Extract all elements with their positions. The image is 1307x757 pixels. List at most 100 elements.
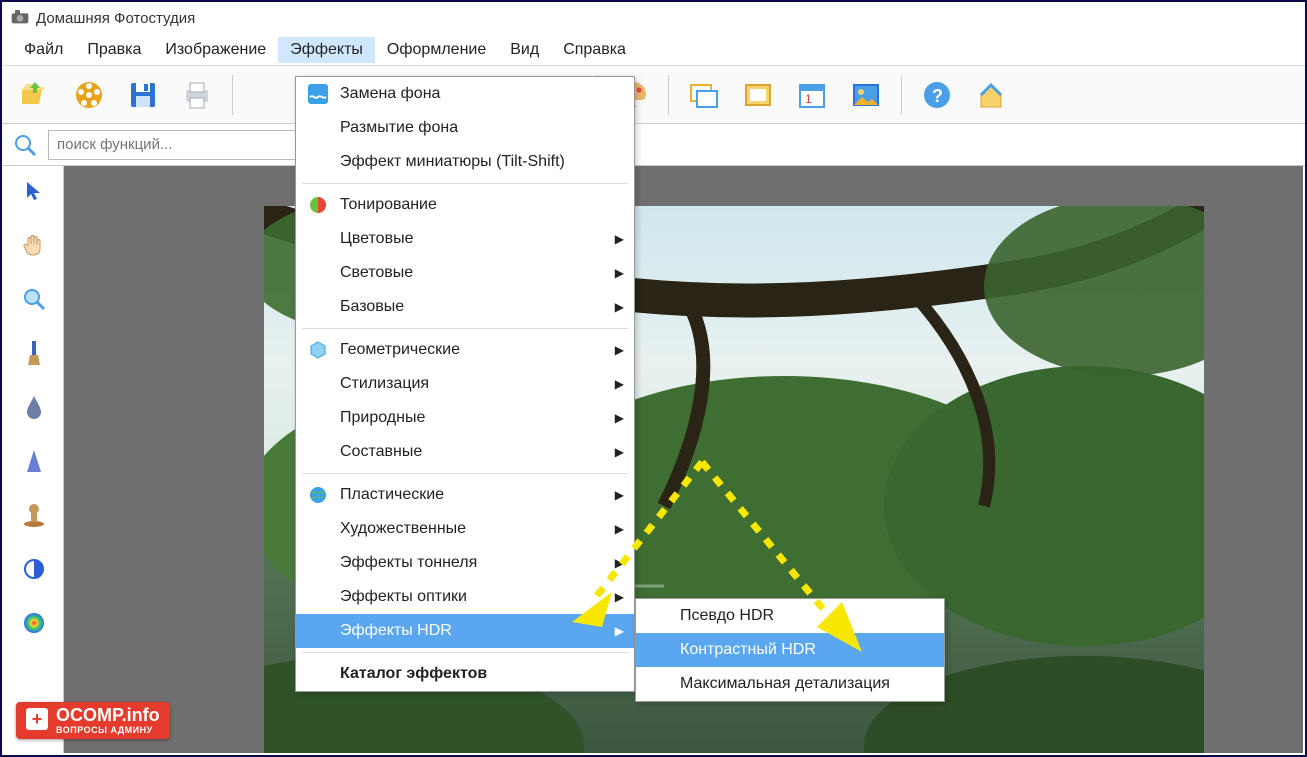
globe-icon [308,485,328,505]
palette-tool[interactable] [17,606,51,640]
menu-label: Художественные [340,520,466,538]
menu-label: Эффекты HDR [340,622,452,640]
submenu-arrow-icon: ▶ [615,377,624,391]
app-title: Домашняя Фотостудия [36,10,195,27]
pointer-tool[interactable] [17,174,51,208]
hdr-submenu: Псевдо HDR Контрастный HDR Максимальная … [635,598,945,702]
save-button[interactable] [120,72,166,118]
menu-help[interactable]: Справка [551,37,638,63]
menu-label: Стилизация [340,375,429,393]
effects-tilt-shift[interactable]: Эффект миниатюры (Tilt-Shift) [296,145,634,179]
menu-label: Пластические [340,486,444,504]
open-button[interactable] [12,72,58,118]
print-button[interactable] [174,72,220,118]
color-circle-icon [308,195,328,215]
hand-tool[interactable] [17,228,51,262]
menu-edit[interactable]: Правка [75,37,153,63]
reel-button[interactable] [66,72,112,118]
menu-label: Эффекты оптики [340,588,467,606]
effects-tunnel[interactable]: Эффекты тоннеля▶ [296,546,634,580]
effects-catalog[interactable]: Каталог эффектов [296,657,634,691]
searchbar [2,124,1305,166]
titlebar: Домашняя Фотостудия [2,2,1305,34]
menu-design[interactable]: Оформление [375,37,498,63]
menu-label: Тонирование [340,196,437,214]
toolbar-separator [901,75,902,115]
plus-icon: + [26,708,48,730]
menu-label: Эффекты тоннеля [340,554,477,572]
submenu-arrow-icon: ▶ [615,624,624,638]
effects-plastic[interactable]: Пластические ▶ [296,478,634,512]
effects-natural[interactable]: Природные ▶ [296,401,634,435]
svg-text:?: ? [932,86,943,106]
submenu-arrow-icon: ▶ [615,300,624,314]
menu-label: Псевдо HDR [680,607,774,625]
watermark-badge: + OCOMP.info ВОПРОСЫ АДМИНУ [16,702,170,739]
submenu-arrow-icon: ▶ [615,266,624,280]
menu-file[interactable]: Файл [12,37,75,63]
menu-separator [302,183,628,184]
effects-replace-bg[interactable]: Замена фона [296,77,634,111]
home-button[interactable] [968,72,1014,118]
badge-sub: ВОПРОСЫ АДМИНУ [56,726,160,735]
menu-label: Составные [340,443,422,461]
submenu-arrow-icon: ▶ [615,343,624,357]
frame-button[interactable] [735,72,781,118]
help-button[interactable]: ? [914,72,960,118]
app-icon [10,10,30,26]
svg-text:1: 1 [805,92,812,106]
menu-label: Цветовые [340,230,413,248]
search-input[interactable] [48,130,308,160]
effects-toning[interactable]: Тонирование [296,188,634,222]
postcard-button[interactable] [843,72,889,118]
search-icon [12,132,38,158]
effects-composite[interactable]: Составные ▶ [296,435,634,469]
stamp-tool[interactable] [17,498,51,532]
hdr-detail[interactable]: Максимальная детализация [636,667,944,701]
effects-dropdown: Замена фона Размытие фона Эффект миниатю… [295,76,635,692]
left-toolbox [4,166,64,753]
sharpen-tool[interactable] [17,444,51,478]
submenu-arrow-icon: ▶ [615,590,624,604]
effects-light[interactable]: Световые ▶ [296,256,634,290]
menu-label: Эффект миниатюры (Tilt-Shift) [340,153,565,171]
effects-optics[interactable]: Эффекты оптики ▶ [296,580,634,614]
effects-hdr[interactable]: Эффекты HDR ▶ [296,614,634,648]
effects-color[interactable]: Цветовые ▶ [296,222,634,256]
menu-effects[interactable]: Эффекты [278,37,375,63]
blur-tool[interactable] [17,390,51,424]
contrast-tool[interactable] [17,552,51,586]
menu-label: Каталог эффектов [340,665,487,683]
menu-separator [302,652,628,653]
effects-basic[interactable]: Базовые ▶ [296,290,634,324]
effects-geometric[interactable]: Геометрические▶ [296,333,634,367]
effects-artistic[interactable]: Художественные▶ [296,512,634,546]
effects-stylize[interactable]: Стилизация ▶ [296,367,634,401]
menu-label: Световые [340,264,413,282]
hdr-pseudo[interactable]: Псевдо HDR [636,599,944,633]
menu-separator [302,473,628,474]
submenu-arrow-icon: ▶ [615,411,624,425]
submenu-arrow-icon: ▶ [615,488,624,502]
menu-image[interactable]: Изображение [153,37,278,63]
toolbar: 1 ? [2,66,1305,124]
toolbar-separator [668,75,669,115]
hdr-contrast[interactable]: Контрастный HDR [636,633,944,667]
menu-label: Контрастный HDR [680,641,816,659]
menu-separator [302,328,628,329]
effects-blur-bg[interactable]: Размытие фона [296,111,634,145]
menu-view[interactable]: Вид [498,37,551,63]
wave-icon [308,84,328,104]
toolbar-separator [232,75,233,115]
badge-main: OCOMP.info [56,705,160,725]
submenu-arrow-icon: ▶ [615,232,624,246]
menu-label: Природные [340,409,425,427]
images-button[interactable] [681,72,727,118]
submenu-arrow-icon: ▶ [615,445,624,459]
menu-label: Замена фона [340,85,440,103]
zoom-tool[interactable] [17,282,51,316]
calendar-button[interactable]: 1 [789,72,835,118]
brush-tool[interactable] [17,336,51,370]
cube-icon [308,340,328,360]
menu-label: Базовые [340,298,404,316]
